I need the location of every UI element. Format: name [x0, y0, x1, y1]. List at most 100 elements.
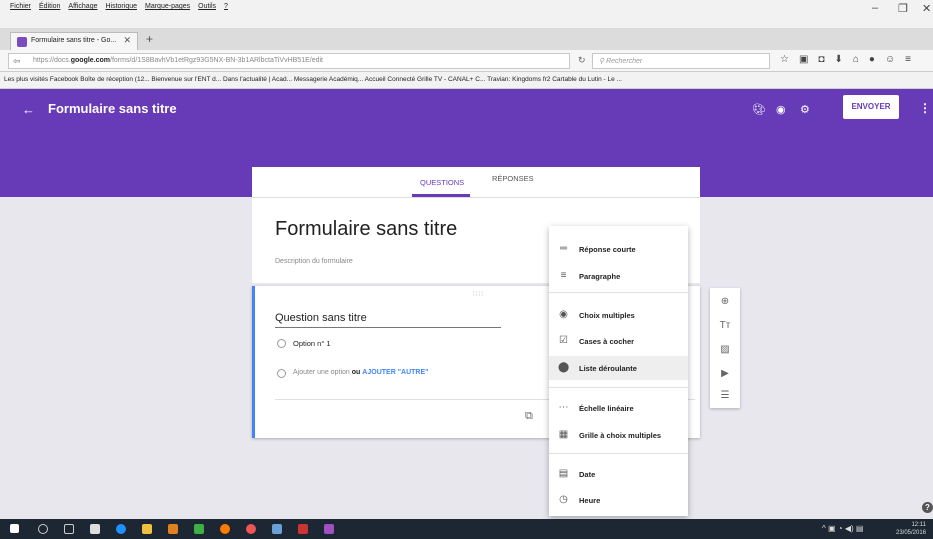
menu-edition[interactable]: Édition	[39, 3, 60, 10]
header-form-title: Formulaire sans titre	[48, 101, 177, 116]
file-explorer-icon[interactable]	[142, 524, 152, 534]
radio-icon: ◉	[559, 309, 568, 320]
browser-search-input[interactable]: ⚲ Rechercher	[592, 53, 770, 69]
add-question-icon[interactable]: ⊕	[719, 296, 731, 308]
menu-item-date[interactable]: ▤ Date	[549, 462, 688, 486]
radio-icon	[277, 369, 286, 378]
add-option-link[interactable]: Ajouter une option	[293, 369, 350, 376]
browser-tab-title: Formulaire sans titre - Go...	[31, 37, 117, 44]
form-description-input[interactable]: Description du formulaire	[275, 258, 353, 265]
clipboard-icon[interactable]: ▣	[799, 54, 808, 65]
menu-separator	[549, 387, 688, 388]
hamburger-menu-icon[interactable]: ≡	[905, 54, 911, 65]
form-tabs: QUESTIONS RÉPONSES	[252, 167, 700, 197]
edge-icon[interactable]	[116, 524, 126, 534]
menu-outils[interactable]: Outils	[198, 3, 216, 10]
menu-help[interactable]: ?	[224, 3, 228, 10]
menu-item-short-answer[interactable]: ═ Réponse courte	[549, 237, 688, 261]
menu-item-checkboxes[interactable]: ☑ Cases à cocher	[549, 329, 688, 353]
navigation-bar: ⇦ https://docs.google.com/forms/d/1S8Bav…	[0, 50, 933, 72]
windows-taskbar: ^ ▣ ◔ ◀) ▤ 12:11 23/05/2016	[0, 519, 933, 539]
menu-item-paragraph[interactable]: ≡ Paragraphe	[549, 264, 688, 288]
back-arrow-icon[interactable]: ⇦	[13, 56, 21, 67]
home-icon[interactable]: ⌂	[853, 54, 859, 65]
more-options-icon[interactable]: ⋮	[919, 101, 931, 115]
menu-separator	[549, 453, 688, 454]
or-text: ou	[351, 369, 361, 376]
url-path: /forms/d/1S8BavhVb1etRgz93G5NX-BN-3b1ARl…	[110, 57, 323, 64]
palette-icon[interactable]: 🎨︎	[752, 103, 766, 116]
dropdown-icon: ⬤	[558, 362, 570, 373]
url-domain: google.com	[70, 57, 111, 64]
pdf-icon[interactable]	[298, 524, 308, 534]
add-other-link[interactable]: AJOUTER "AUTRE"	[362, 369, 428, 376]
question-type-menu: ═ Réponse courte ≡ Paragraphe ◉ Choix mu…	[549, 226, 688, 516]
menu-fichier[interactable]: Fichier	[10, 3, 31, 10]
grid-icon: ▦	[558, 429, 569, 440]
question-title-input[interactable]: Question sans titre	[275, 312, 501, 328]
tab-questions[interactable]: QUESTIONS	[420, 178, 464, 187]
help-icon[interactable]: ?	[922, 502, 933, 513]
close-tab-icon[interactable]: ✕	[123, 35, 131, 46]
search-placeholder: Rechercher	[606, 58, 643, 65]
calendar-icon: ▤	[558, 468, 569, 479]
system-clock: 12:11 23/05/2016	[896, 521, 926, 537]
add-section-icon[interactable]: ☰	[719, 390, 731, 402]
task-view-icon[interactable]	[64, 524, 74, 534]
drag-handle-icon[interactable]: ∷∷	[473, 290, 484, 298]
download-icon[interactable]: ⬇	[834, 54, 842, 65]
minimize-icon[interactable]: –	[872, 2, 878, 14]
app-icon[interactable]	[168, 524, 178, 534]
menu-item-dropdown[interactable]: ⬤ Liste déroulante	[549, 356, 688, 380]
menu-item-time[interactable]: ◷ Heure	[549, 488, 688, 512]
store-icon[interactable]	[90, 524, 100, 534]
app-icon[interactable]	[272, 524, 282, 534]
forms-favicon-icon	[17, 37, 27, 47]
star-icon[interactable]: ☆	[780, 54, 789, 65]
close-window-icon[interactable]: ✕	[922, 2, 931, 15]
tab-strip: Formulaire sans titre - Go... ✕ +	[0, 28, 933, 50]
search-icon[interactable]	[38, 524, 48, 534]
menu-item-linear-scale[interactable]: ⋯ Échelle linéaire	[549, 396, 688, 420]
menu-marque-pages[interactable]: Marque-pages	[145, 3, 190, 10]
browser-tab[interactable]: Formulaire sans titre - Go... ✕	[10, 32, 138, 50]
linear-scale-icon: ⋯	[558, 402, 569, 413]
addon-icon[interactable]: ☺	[885, 54, 895, 65]
app-icon[interactable]	[194, 524, 204, 534]
menu-list: Fichier Édition Affichage Historique Mar…	[10, 3, 228, 10]
send-button[interactable]: ENVOYER	[843, 95, 899, 119]
url-prefix: https://docs.	[33, 57, 71, 64]
menu-item-grid[interactable]: ▦ Grille à choix multiples	[549, 423, 688, 447]
new-tab-icon[interactable]: +	[146, 32, 153, 46]
radio-icon	[277, 339, 286, 348]
menu-separator	[549, 292, 688, 293]
app-icon[interactable]	[324, 524, 334, 534]
option-1-input[interactable]: Option n° 1	[293, 339, 331, 348]
back-arrow-icon[interactable]: ←	[22, 102, 35, 117]
menu-historique[interactable]: Historique	[105, 3, 137, 10]
form-title[interactable]: Formulaire sans titre	[275, 218, 457, 241]
windows-start-icon[interactable]	[10, 524, 19, 533]
preview-eye-icon[interactable]: ◉	[776, 103, 786, 116]
system-tray-icons[interactable]: ^ ▣ ◔ ◀) ▤	[822, 524, 863, 533]
extension-icon[interactable]: ●	[869, 54, 875, 65]
pocket-icon[interactable]: ◘	[818, 54, 824, 65]
add-image-icon[interactable]: ▨	[719, 344, 731, 356]
bookmarks-bar: Les plus visités Facebook Boîte de récep…	[0, 72, 933, 89]
add-video-icon[interactable]: ▶	[719, 368, 731, 380]
checkbox-icon: ☑	[559, 335, 568, 346]
settings-gear-icon[interactable]: ⚙	[800, 103, 810, 116]
chrome-icon[interactable]	[246, 524, 256, 534]
bookmark-items[interactable]: Les plus visités Facebook Boîte de récep…	[4, 76, 924, 83]
menu-affichage[interactable]: Affichage	[68, 3, 97, 10]
reload-icon[interactable]: ↻	[578, 55, 586, 66]
tab-responses[interactable]: RÉPONSES	[492, 174, 534, 183]
firefox-icon[interactable]	[220, 524, 230, 534]
paragraph-icon: ≡	[560, 270, 567, 281]
side-toolbar: ⊕ Tт ▨ ▶ ☰	[710, 288, 740, 408]
duplicate-icon[interactable]: ⧉	[525, 410, 533, 423]
add-title-icon[interactable]: Tт	[719, 320, 731, 332]
restore-icon[interactable]: ❐	[898, 2, 908, 15]
menu-item-multiple-choice[interactable]: ◉ Choix multiples	[549, 303, 688, 327]
url-bar[interactable]: ⇦ https://docs.google.com/forms/d/1S8Bav…	[8, 53, 570, 69]
